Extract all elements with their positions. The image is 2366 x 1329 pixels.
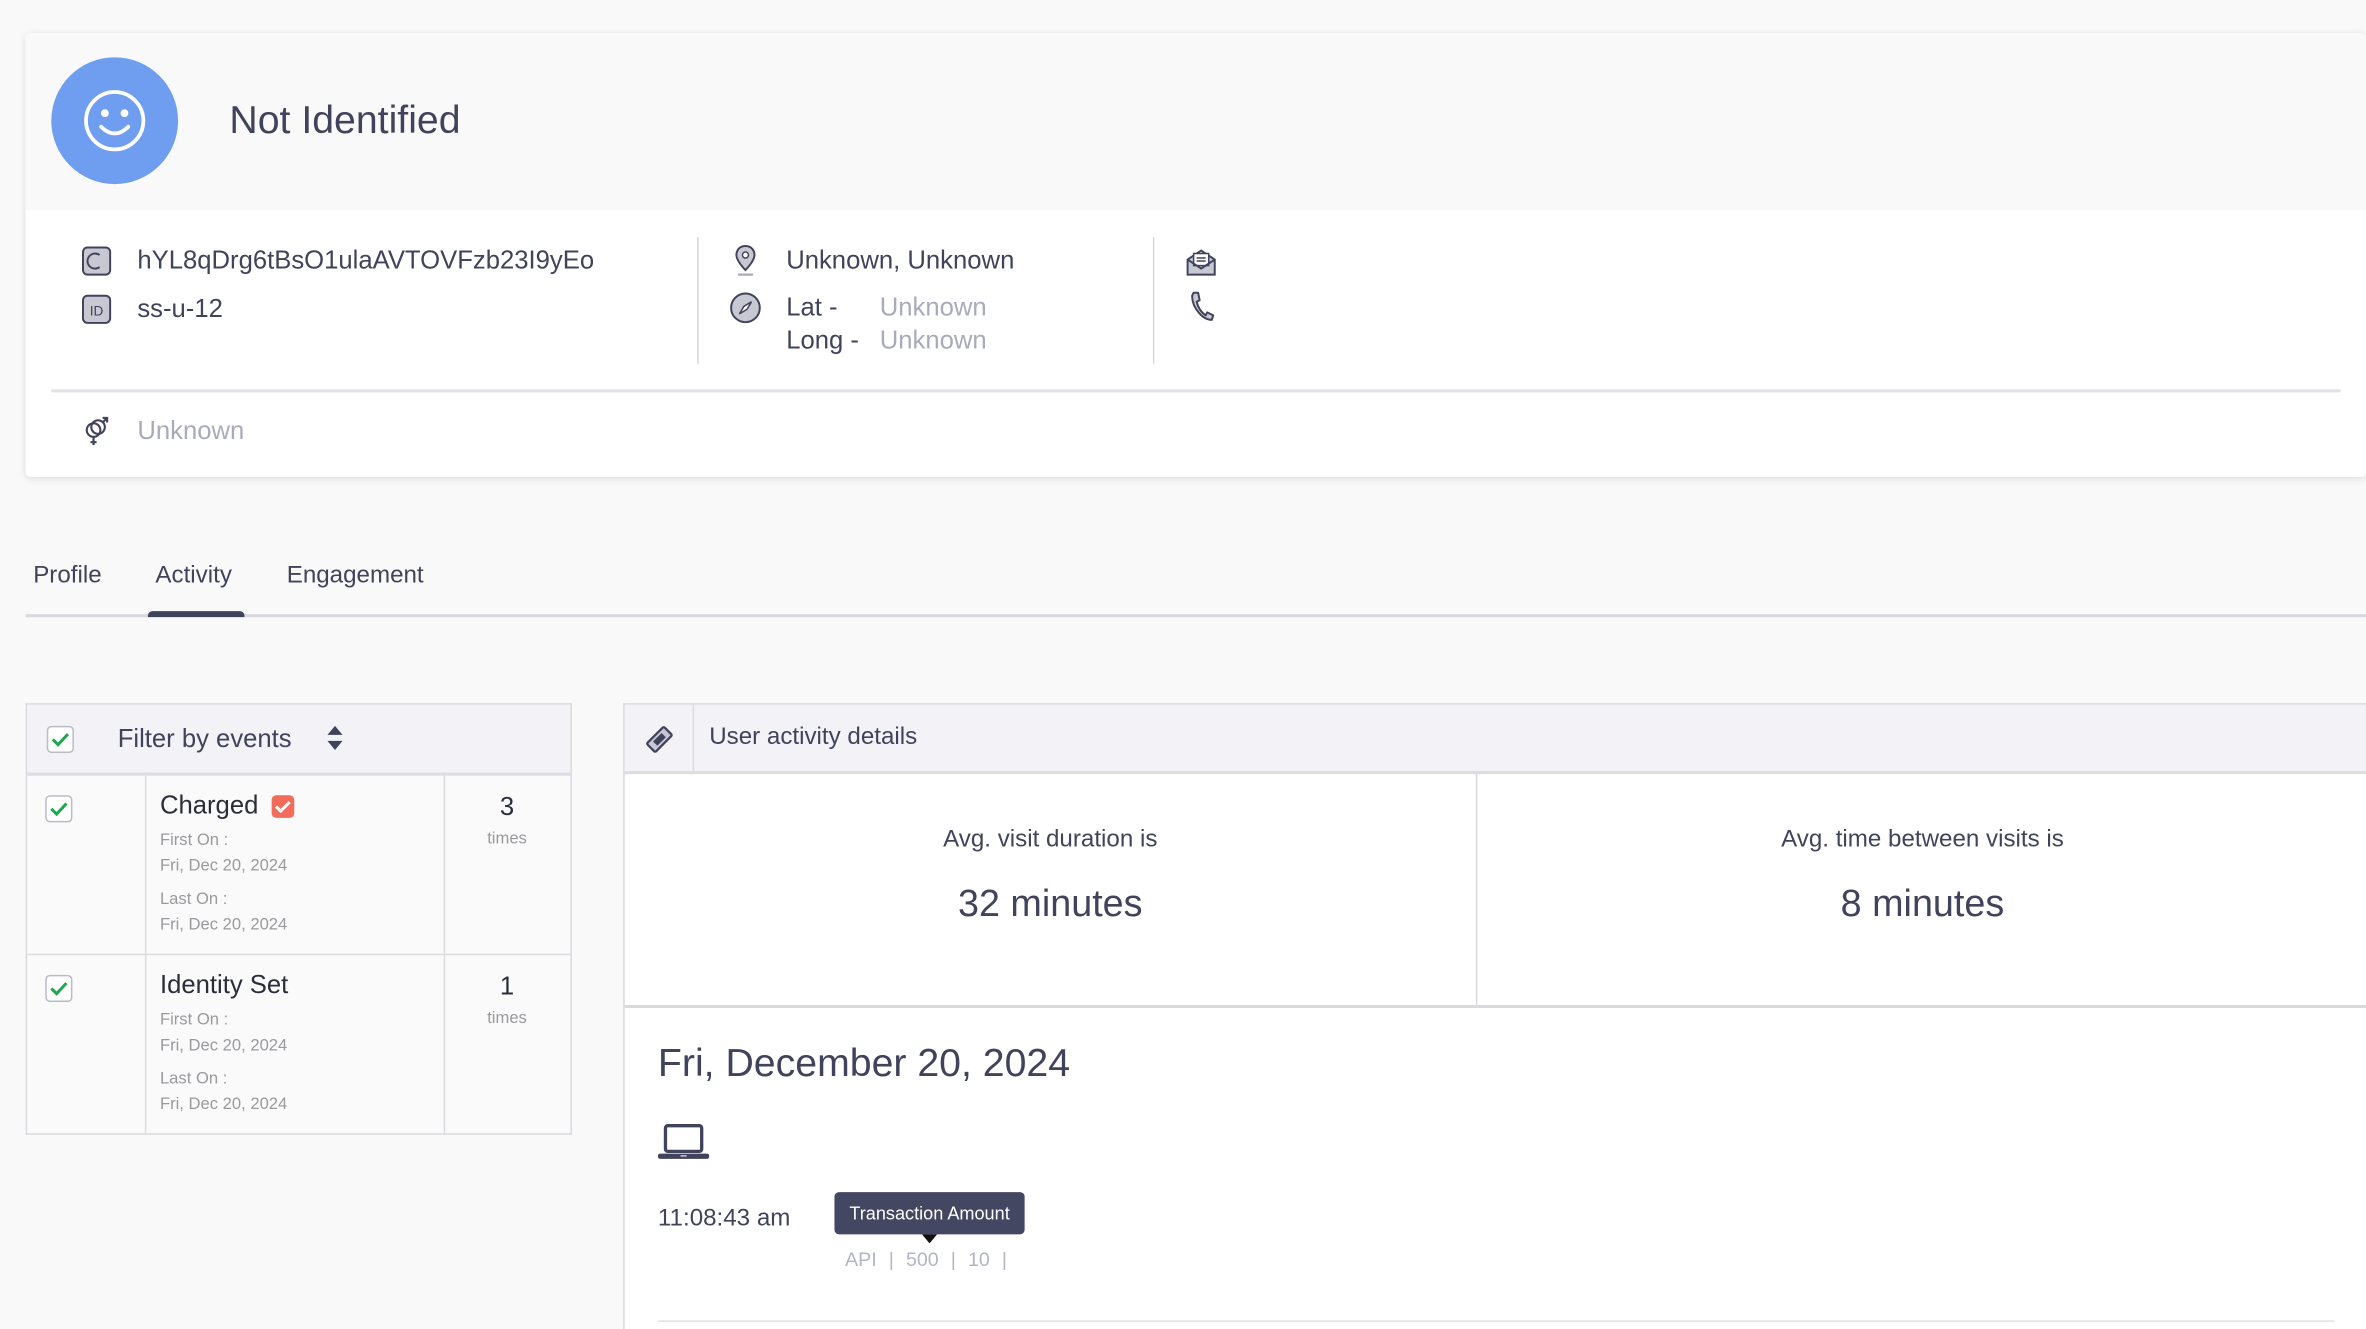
- header-divider: [692, 704, 695, 772]
- event-properties[interactable]: API | 500 | 10 |: [845, 1248, 1007, 1271]
- column-divider: [697, 236, 699, 364]
- gender-icon: [80, 415, 113, 448]
- long-row: Long - Unknown: [729, 326, 987, 356]
- column-divider: [1152, 236, 1155, 364]
- event-count-unit: times: [487, 1009, 527, 1028]
- profile-divider: [51, 389, 2341, 393]
- long-value: Unknown: [879, 325, 987, 355]
- event-time: 11:08:43 am: [657, 1205, 791, 1232]
- activity-date: Fri, December 20, 2024: [657, 1039, 1071, 1085]
- map-pin-icon: [729, 244, 762, 277]
- smiley-face-icon: [84, 90, 146, 152]
- id-badge-icon: ID: [80, 293, 113, 326]
- lat-row: Lat - Unknown: [729, 291, 987, 324]
- property-separator: |: [950, 1247, 956, 1271]
- laptop-icon: [657, 1123, 710, 1170]
- profile-title: Not Identified: [229, 96, 461, 142]
- column-divider: [144, 775, 147, 954]
- avg-time-between-visits-stat: Avg. time between visits is 8 minutes: [1477, 774, 2366, 1009]
- event-row[interactable]: Charged First On : Fri, Dec 20, 2024 Las…: [27, 775, 571, 956]
- select-all-checkbox[interactable]: [46, 725, 74, 753]
- guid-value: hYL8qDrg6tBsO1ulaAVTOVFzb23I9yEo: [137, 245, 595, 275]
- last-on-date: Fri, Dec 20, 2024: [159, 1095, 288, 1114]
- first-on-label: First On :: [159, 831, 229, 850]
- entry-divider: [657, 1320, 2335, 1322]
- last-on-date: Fri, Dec 20, 2024: [159, 915, 288, 935]
- phone-row: [1185, 290, 1218, 323]
- tab-activity[interactable]: Activity: [155, 563, 231, 590]
- identity-row: ID ss-u-12: [80, 293, 223, 326]
- profile-card: Not Identified hYL8qDrg6tBsO1ulaAVTOVFzb…: [25, 33, 2366, 477]
- last-on-label: Last On :: [159, 890, 228, 909]
- profile-header: Not Identified: [25, 33, 2366, 210]
- activity-header: User activity details: [624, 704, 2366, 775]
- last-on-label: Last On :: [159, 1069, 228, 1088]
- avg-visit-duration-stat: Avg. visit duration is 32 minutes: [624, 774, 1478, 1009]
- event-name-text: Charged: [159, 790, 259, 820]
- sort-icon[interactable]: [326, 724, 344, 759]
- email-row: [1185, 246, 1218, 279]
- phone-icon: [1185, 290, 1218, 323]
- filter-events-panel: Filter by events Charged First On : Fri,…: [25, 703, 572, 1135]
- identity-value: ss-u-12: [137, 294, 223, 323]
- avatar: [51, 57, 179, 185]
- checkmark-icon: [50, 802, 68, 817]
- event-name: Identity Set: [159, 970, 289, 999]
- first-on-date: Fri, Dec 20, 2024: [159, 857, 288, 876]
- column-divider: [144, 955, 147, 1134]
- charged-badge-icon: [271, 794, 295, 818]
- activity-title: User activity details: [709, 724, 918, 750]
- user-profile-page: Not Identified hYL8qDrg6tBsO1ulaAVTOVFzb…: [0, 0, 2366, 1329]
- property-value: 10: [967, 1247, 990, 1271]
- event-checkbox[interactable]: [45, 974, 73, 1002]
- stat-value: 32 minutes: [957, 882, 1143, 926]
- checkmark-icon: [50, 982, 68, 996]
- checkmark-icon: [51, 733, 70, 747]
- property-separator: |: [888, 1247, 894, 1271]
- property-source: API: [845, 1247, 877, 1271]
- tab-bar: Profile Activity Engagement: [25, 543, 2366, 618]
- first-on-date: Fri, Dec 20, 2024: [159, 1036, 288, 1055]
- location-row: Unknown, Unknown: [729, 244, 1015, 277]
- event-checkbox[interactable]: [45, 795, 73, 823]
- user-activity-panel: User activity details Avg. visit duratio…: [623, 703, 2366, 1329]
- gender-row: Unknown: [80, 415, 244, 448]
- compass-icon: [729, 291, 762, 324]
- event-count: 1: [499, 971, 515, 1001]
- tab-engagement[interactable]: Engagement: [287, 563, 424, 590]
- guid-row: hYL8qDrg6tBsO1ulaAVTOVFzb23I9yEo: [80, 244, 594, 277]
- guid-icon: [80, 244, 113, 277]
- event-name: Charged: [160, 791, 295, 821]
- event-row[interactable]: Identity Set First On : Fri, Dec 20, 202…: [27, 955, 570, 1134]
- long-label: Long -: [786, 325, 859, 355]
- stat-label: Avg. time between visits is: [1781, 826, 2064, 853]
- tab-profile[interactable]: Profile: [33, 563, 101, 590]
- filter-header: Filter by events: [27, 704, 571, 776]
- stat-value: 8 minutes: [1840, 882, 2005, 926]
- first-on-label: First On :: [159, 1011, 229, 1030]
- event-count: 3: [499, 792, 515, 821]
- lat-value: Unknown: [879, 292, 987, 322]
- gender-value: Unknown: [137, 416, 245, 446]
- active-tab-indicator: [147, 611, 245, 618]
- property-separator: |: [1001, 1247, 1007, 1271]
- ticket-icon: [644, 724, 674, 762]
- stat-label: Avg. visit duration is: [943, 826, 1158, 853]
- svg-text:ID: ID: [90, 303, 104, 318]
- lat-label: Lat -: [786, 292, 838, 322]
- email-icon: [1185, 246, 1218, 279]
- event-tooltip: Transaction Amount: [834, 1192, 1025, 1235]
- event-count-unit: times: [487, 829, 527, 849]
- filter-title: Filter by events: [117, 724, 292, 753]
- tooltip-arrow: [921, 1234, 938, 1244]
- property-amount: 500: [905, 1247, 939, 1271]
- location-value: Unknown, Unknown: [786, 245, 1015, 275]
